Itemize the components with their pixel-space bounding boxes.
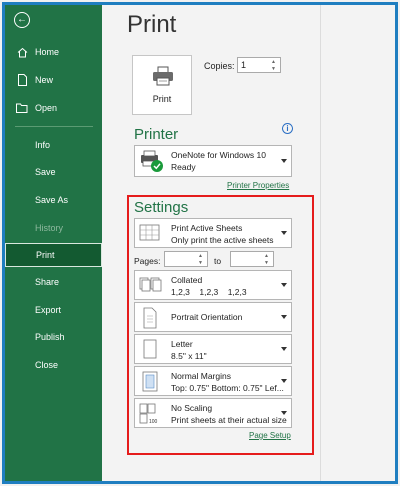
active-sheets-icon [139,223,161,245]
sidebar-divider [15,126,93,127]
paper-size-title: Letter [171,339,193,349]
spinner-arrows-icon[interactable]: ▲ ▼ [264,253,271,266]
print-button[interactable]: Print [132,55,192,115]
new-document-icon [16,74,28,86]
collation-title: Collated [171,275,203,285]
dropdown-caret-icon [281,379,287,383]
copies-spinner[interactable]: 1 ▲ ▼ [237,57,281,73]
dropdown-caret-icon [281,411,287,415]
orientation-dropdown[interactable]: Portrait Orientation [134,302,292,332]
sidebar-item-save[interactable]: Save [5,160,102,184]
portrait-page-icon [139,307,161,331]
sidebar-item-save-as[interactable]: Save As [5,188,102,212]
spinner-arrows-icon[interactable]: ▲ ▼ [198,253,205,266]
printer-icon [152,66,174,88]
collated-icon [139,275,163,297]
paper-size-icon [139,339,161,363]
sidebar-item-publish[interactable]: Publish [5,325,102,349]
sidebar-item-label: Save [35,167,56,177]
sidebar-item-label: History [35,223,64,233]
sidebar-item-new[interactable]: New [5,68,102,92]
collation-subtitle: 1,2,3 1,2,3 1,2,3 [171,287,247,297]
backstage-window: ← Home New Open Info Save Save As Histor… [2,2,398,484]
sidebar-item-close[interactable]: Close [5,353,102,377]
spinner-arrows-icon[interactable]: ▲ ▼ [271,59,278,72]
print-pane: Print Print Copies: 1 ▲ ▼ Printer i OneN… [102,5,395,481]
orientation-title: Portrait Orientation [171,312,243,322]
open-folder-icon [16,102,28,114]
paper-size-dropdown[interactable]: Letter 8.5" x 11" [134,334,292,364]
margins-title: Normal Margins [171,371,231,381]
dropdown-caret-icon [281,159,287,163]
svg-text:100: 100 [149,419,158,425]
print-scope-dropdown[interactable]: Print Active Sheets Only print the activ… [134,218,292,248]
printer-ready-icon [139,150,165,176]
dropdown-caret-icon [281,231,287,235]
print-scope-subtitle: Only print the active sheets [171,235,274,245]
scaling-title: No Scaling [171,403,213,413]
page-setup-link[interactable]: Page Setup [249,431,291,440]
sidebar-item-label: New [35,75,54,85]
preview-divider [320,5,321,481]
sidebar-item-label: Home [35,47,60,57]
margins-dropdown[interactable]: Normal Margins Top: 0.75" Bottom: 0.75" … [134,366,292,396]
copies-value: 1 [241,60,247,70]
sidebar-item-print[interactable]: Print [5,243,102,267]
sidebar-item-label: Print [36,250,55,260]
margins-subtitle: Top: 0.75" Bottom: 0.75" Lef... [171,383,284,393]
settings-heading: Settings [134,199,189,216]
pages-label: Pages: [134,256,161,266]
backstage-sidebar: ← Home New Open Info Save Save As Histor… [5,5,102,481]
printer-properties-link[interactable]: Printer Properties [227,181,289,190]
pages-from-spinner[interactable]: ▲ ▼ [164,251,208,267]
scaling-subtitle: Print sheets at their actual size [171,415,287,425]
sidebar-item-label: Share [35,277,60,287]
sidebar-item-home[interactable]: Home [5,40,102,64]
margins-icon [139,371,161,395]
sidebar-item-label: Close [35,360,59,370]
paper-size-subtitle: 8.5" x 11" [171,351,207,361]
scaling-dropdown[interactable]: 100 No Scaling Print sheets at their act… [134,398,292,428]
sidebar-item-open[interactable]: Open [5,96,102,120]
home-icon [16,46,28,58]
collation-dropdown[interactable]: Collated 1,2,3 1,2,3 1,2,3 [134,270,292,300]
printer-status: Ready [171,162,196,172]
sidebar-item-export[interactable]: Export [5,298,102,322]
page-title: Print [127,11,177,38]
sidebar-item-info[interactable]: Info [5,133,102,157]
sidebar-item-label: Open [35,103,58,113]
print-scope-title: Print Active Sheets [171,223,243,233]
printer-dropdown[interactable]: OneNote for Windows 10 Ready [134,145,292,177]
sidebar-item-history: History [5,216,102,240]
info-icon[interactable]: i [282,123,293,134]
no-scaling-icon: 100 [139,403,163,427]
dropdown-caret-icon [281,315,287,319]
sidebar-item-label: Save As [35,195,69,205]
dropdown-caret-icon [281,347,287,351]
sidebar-item-label: Info [35,140,51,150]
printer-heading: Printer [134,126,179,143]
back-arrow-icon[interactable]: ← [14,12,30,28]
dropdown-caret-icon [281,283,287,287]
sidebar-item-share[interactable]: Share [5,270,102,294]
pages-to-label: to [214,256,222,266]
pages-to-spinner[interactable]: ▲ ▼ [230,251,274,267]
sidebar-item-label: Export [35,305,62,315]
copies-label: Copies: [204,61,235,71]
printer-name: OneNote for Windows 10 [171,150,266,160]
sidebar-item-label: Publish [35,332,65,342]
print-button-label: Print [152,94,172,104]
